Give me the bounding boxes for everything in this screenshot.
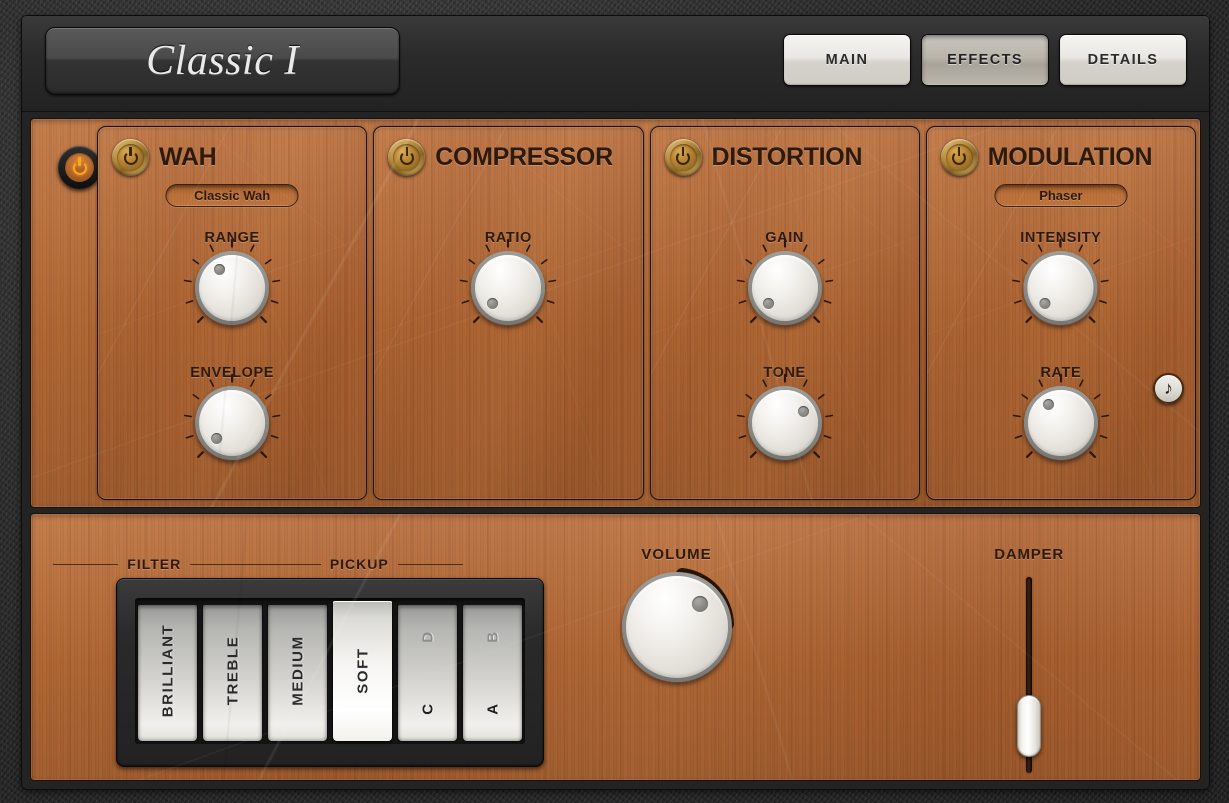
knob-holder <box>622 572 732 682</box>
master-power-button[interactable] <box>58 146 101 189</box>
wah-power-button[interactable] <box>112 139 149 176</box>
panel-modulation-header: MODULATION <box>941 139 1153 176</box>
wah-envelope-knob[interactable] <box>195 386 269 460</box>
tab-bar: MAIN EFFECTS DETAILS <box>783 34 1187 86</box>
knob-indicator <box>798 406 809 417</box>
pickup-key-ba[interactable]: B A <box>462 600 523 742</box>
switch-bank: BRILLIANT TREBLE MEDIUM SOFT <box>116 578 544 767</box>
key-face <box>398 605 457 741</box>
effects-section: WAH Classic Wah RANGE ENVELOPE <box>30 118 1201 508</box>
distortion-gain-knob[interactable] <box>748 251 822 325</box>
distortion-tone-knob-group: TONE <box>748 365 822 465</box>
divider <box>398 564 463 565</box>
panel-compressor: COMPRESSOR RATIO <box>373 126 643 500</box>
key-label-lower: C <box>419 702 436 714</box>
power-icon <box>952 151 966 165</box>
modulation-preset-dropdown[interactable]: Phaser <box>994 184 1127 207</box>
panel-modulation-title: MODULATION <box>988 143 1153 172</box>
modulation-rate-knob-group: RATE <box>1024 365 1098 465</box>
wah-preset-dropdown[interactable]: Classic Wah <box>166 184 299 207</box>
compressor-ratio-knob[interactable] <box>471 251 545 325</box>
knob-indicator <box>214 264 225 275</box>
damper-control: DAMPER <box>994 546 1064 773</box>
filter-key-soft[interactable]: SOFT <box>332 600 393 742</box>
key-label-upper: D <box>419 630 436 642</box>
knob-indicator <box>763 298 774 309</box>
wah-range-knob-group: RANGE <box>195 230 269 330</box>
filter-key-brilliant[interactable]: BRILLIANT <box>137 600 198 742</box>
panel-wah-title: WAH <box>159 143 216 172</box>
distortion-power-button[interactable] <box>665 139 702 176</box>
key-label-lower: A <box>484 702 501 714</box>
section-label-pickup: PICKUP <box>321 556 398 572</box>
main-controls-section: FILTER PICKUP BRILLIANT TREBLE <box>30 513 1201 781</box>
key-label: BRILLIANT <box>159 624 176 718</box>
knob-indicator <box>692 596 708 612</box>
panel-distortion: DISTORTION GAIN TONE <box>650 126 920 500</box>
damper-label: DAMPER <box>994 546 1064 563</box>
key-label: MEDIUM <box>289 635 306 705</box>
section-label-filter: FILTER <box>118 556 190 572</box>
knob-holder <box>1024 251 1098 325</box>
damper-slider-thumb[interactable] <box>1017 695 1041 757</box>
compressor-ratio-knob-group: RATIO <box>471 230 545 330</box>
panel-compressor-header: COMPRESSOR <box>388 139 613 176</box>
divider <box>53 564 118 565</box>
key-label: TREBLE <box>224 636 241 706</box>
switch-bank-inner: BRILLIANT TREBLE MEDIUM SOFT <box>135 598 525 744</box>
section-label-row: FILTER PICKUP <box>53 554 463 574</box>
master-power-wrap <box>58 146 101 189</box>
filter-key-treble[interactable]: TREBLE <box>202 600 263 742</box>
panel-compressor-title: COMPRESSOR <box>435 143 613 172</box>
modulation-intensity-knob[interactable] <box>1024 251 1098 325</box>
power-icon <box>400 151 414 165</box>
compressor-power-button[interactable] <box>388 139 425 176</box>
volume-control: VOLUME <box>594 546 759 682</box>
power-icon <box>73 161 87 175</box>
knob-indicator <box>1043 399 1054 410</box>
power-icon <box>676 151 690 165</box>
panel-distortion-header: DISTORTION <box>665 139 863 176</box>
damper-slider-track[interactable] <box>1026 577 1032 773</box>
effect-panels: WAH Classic Wah RANGE ENVELOPE <box>97 126 1196 500</box>
divider <box>190 564 255 565</box>
knob-holder <box>471 251 545 325</box>
tab-main[interactable]: MAIN <box>783 34 911 86</box>
modulation-rate-knob[interactable] <box>1024 386 1098 460</box>
panel-modulation: MODULATION Phaser INTENSITY RATE <box>926 126 1196 500</box>
wah-range-knob[interactable] <box>195 251 269 325</box>
panel-wah: WAH Classic Wah RANGE ENVELOPE <box>97 126 367 500</box>
knob-holder <box>748 251 822 325</box>
volume-knob[interactable] <box>622 572 732 682</box>
preset-name-plate[interactable]: Classic I <box>45 27 400 95</box>
knob-indicator <box>211 433 222 444</box>
page-title: Classic I <box>146 37 299 85</box>
modulation-power-button[interactable] <box>941 139 978 176</box>
knob-indicator <box>487 298 498 309</box>
plugin-window: Classic I MAIN EFFECTS DETAILS <box>0 0 1229 803</box>
key-face <box>463 605 522 741</box>
header-bar: Classic I MAIN EFFECTS DETAILS <box>22 16 1209 112</box>
modulation-intensity-knob-group: INTENSITY <box>1020 230 1101 330</box>
knob-holder <box>748 386 822 460</box>
distortion-tone-knob[interactable] <box>748 386 822 460</box>
knob-holder <box>195 386 269 460</box>
device-body: Classic I MAIN EFFECTS DETAILS <box>22 16 1209 789</box>
distortion-gain-knob-group: GAIN <box>748 230 822 330</box>
key-label: SOFT <box>354 647 371 693</box>
music-note-icon[interactable]: ♪ <box>1153 373 1184 404</box>
divider <box>256 564 321 565</box>
panel-wah-header: WAH <box>112 139 216 176</box>
filter-key-medium[interactable]: MEDIUM <box>267 600 328 742</box>
tab-details[interactable]: DETAILS <box>1059 34 1187 86</box>
knob-indicator <box>1040 298 1051 309</box>
knob-holder <box>1024 386 1098 460</box>
power-icon <box>124 151 138 165</box>
pickup-key-dc[interactable]: D C <box>397 600 458 742</box>
wah-envelope-knob-group: ENVELOPE <box>190 365 274 465</box>
tab-effects[interactable]: EFFECTS <box>921 34 1049 86</box>
knob-holder <box>195 251 269 325</box>
key-label-upper: B <box>484 630 501 642</box>
panel-distortion-title: DISTORTION <box>712 143 863 172</box>
